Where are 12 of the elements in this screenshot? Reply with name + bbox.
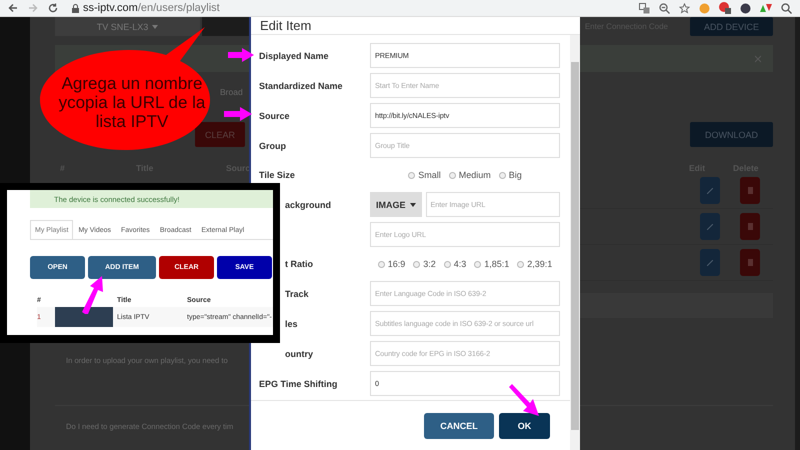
field-label: Displayed Name xyxy=(258,50,330,60)
field-label: Group xyxy=(258,140,287,150)
field-label: Tile Size xyxy=(258,170,296,180)
field-label: EPG Time Shifting xyxy=(258,378,338,388)
field-label: ackground xyxy=(284,200,332,210)
field-label: ountry xyxy=(284,348,314,358)
dialog-title: Edit Item xyxy=(260,18,312,33)
field-label: Source xyxy=(258,110,291,120)
column-header: # xyxy=(60,163,66,173)
field-label: Track xyxy=(284,288,310,298)
field-label: Standardized Name xyxy=(258,80,344,90)
field-label: les xyxy=(284,318,299,328)
